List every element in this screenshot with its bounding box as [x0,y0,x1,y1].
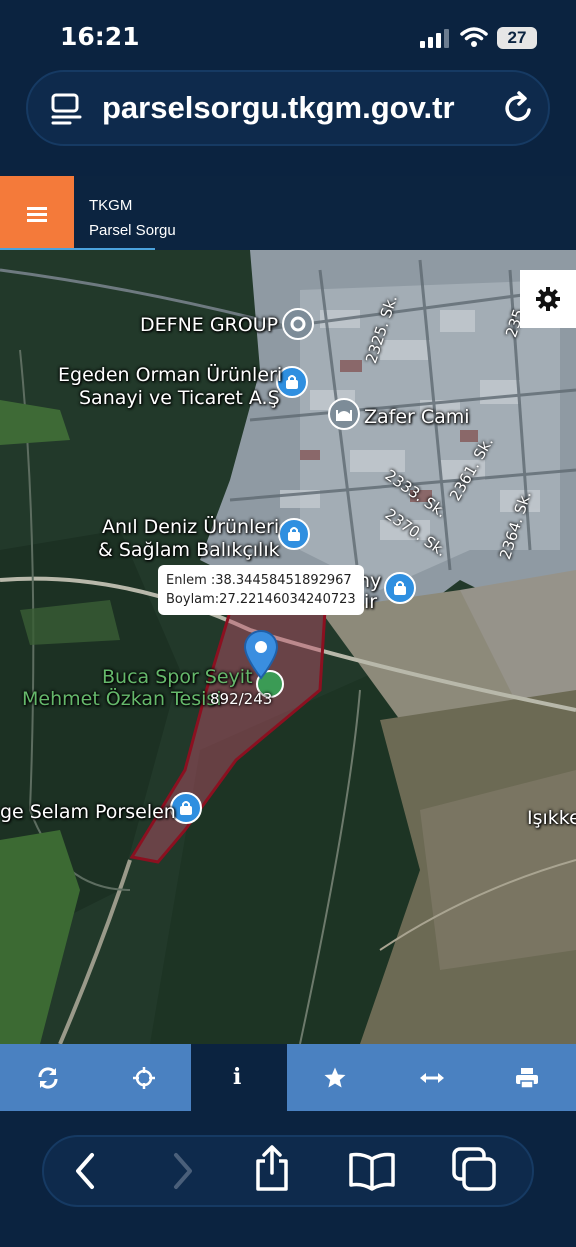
locate-icon [133,1067,155,1089]
poi-label-egeden-2: Sanayi ve Ticaret A.Ş [79,387,280,409]
shopping-bag-icon[interactable] [384,572,416,604]
browser-bottom-bar [0,1111,576,1247]
longitude-text: Boylam:27.22146034240723 [166,592,356,607]
poi-label-anil-1: Anıl Deniz Ürünleri [102,516,280,538]
poi-label-egeden-1: Egeden Orman Ürünleri [58,364,283,386]
poi-label-isik: Işıkke [527,807,576,829]
share-icon[interactable] [252,1145,292,1193]
location-pin-icon[interactable] [243,630,279,680]
star-icon [324,1067,346,1088]
reload-icon[interactable] [502,90,536,126]
parcel-number-label: 892/243 [210,690,273,708]
print-icon [516,1068,538,1089]
poi-label-defne: DEFNE GROUP [140,314,279,336]
gear-icon [536,287,560,311]
app-header: TKGM Parsel Sorgu [0,176,576,250]
battery-icon: 27 [497,27,537,49]
status-time: 16:21 [60,22,140,51]
locate-button[interactable] [96,1044,192,1111]
poi-label-zafer: Zafer Cami [364,406,470,428]
poi-label-anil-2: & Sağlam Balıkçılık [98,539,280,561]
address-bar[interactable]: parselsorgu.tkgm.gov.tr [26,70,550,146]
poi-label-partial-2: ir [364,591,378,613]
mosque-icon[interactable] [328,398,360,430]
favorite-button[interactable] [287,1044,383,1111]
bookmarks-icon[interactable] [348,1151,396,1191]
page-menu-icon[interactable] [50,92,84,126]
settings-button[interactable] [520,270,576,328]
tabs-icon[interactable] [452,1147,498,1193]
print-button[interactable] [479,1044,575,1111]
cellular-signal-icon [420,29,449,48]
back-icon[interactable] [66,1151,106,1191]
forward-icon[interactable] [162,1151,202,1191]
refresh-icon [38,1067,58,1089]
measure-button[interactable] [383,1044,479,1111]
coordinate-popup[interactable]: Enlem :38.34458451892967 Boylam:27.22146… [158,565,364,615]
location-marker-icon[interactable] [282,308,314,340]
poi-label-buca-2: Mehmet Özkan Tesisi [22,688,222,710]
poi-label-selam: ge Selam Porselen [0,801,176,823]
status-bar: 16:21 27 [0,0,576,70]
hamburger-icon [27,207,47,210]
screen: 16:21 27 parselsorgu.tkgm.gov.tr TKGM Pa… [0,0,576,1247]
latitude-text: Enlem :38.34458451892967 [166,573,352,588]
menu-button[interactable] [0,176,74,250]
shopping-bag-icon[interactable] [278,518,310,550]
info-button[interactable]: i [191,1044,287,1111]
measure-icon [420,1073,444,1083]
refresh-button[interactable] [0,1044,96,1111]
app-subtitle: Parsel Sorgu [89,222,176,239]
wifi-icon [460,27,488,47]
url-text[interactable]: parselsorgu.tkgm.gov.tr [102,90,455,126]
info-icon: i [233,1064,242,1090]
map-toolbar: i [0,1044,576,1111]
satellite-map[interactable]: DEFNE GROUP Egeden Orman Ürünleri Sanayi… [0,250,576,1044]
app-title: TKGM [89,197,133,214]
poi-label-buca-1: Buca Spor Seyit [102,666,253,688]
